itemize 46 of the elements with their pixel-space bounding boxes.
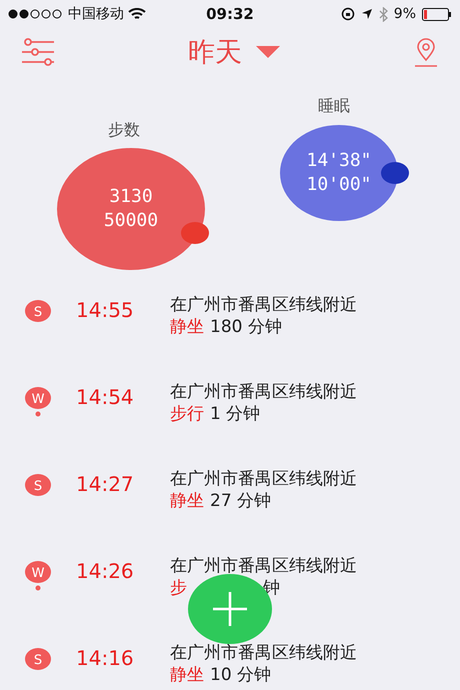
bubble-value: 10'00" xyxy=(306,173,372,197)
steps-bubble[interactable]: 3130 50000 xyxy=(57,148,205,270)
activity-type: 静坐 xyxy=(170,490,204,512)
sit-badge-icon: S xyxy=(25,300,51,322)
duration-text: 钟 xyxy=(263,577,280,599)
location-text: 在广州市番禺区纬线附近 xyxy=(170,555,357,577)
wifi-icon xyxy=(128,8,146,20)
sleep-bubble[interactable]: 14'38" 10'00" xyxy=(280,125,398,221)
duration-text: 10 分钟 xyxy=(210,664,272,686)
bluetooth-icon xyxy=(378,6,388,22)
bubble-value: 3130 xyxy=(109,185,153,209)
bubble-value: 50000 xyxy=(104,209,158,233)
activity-type: 静坐 xyxy=(170,316,204,338)
activity-type: 步行 xyxy=(170,403,204,425)
carrier-name: 中国移动 xyxy=(68,5,124,23)
activity-time: 14:26 xyxy=(76,558,135,583)
duration-text: 180 分钟 xyxy=(210,316,282,338)
date-dropdown[interactable]: 昨天 xyxy=(188,34,280,70)
filter-sliders-icon[interactable] xyxy=(22,38,54,66)
bubble-value: 14'38" xyxy=(306,149,372,173)
summary-label: 睡眠 xyxy=(318,96,350,117)
activity-time: 14:55 xyxy=(76,297,135,322)
activity-time: 14:54 xyxy=(76,384,135,409)
activity-type: 步 xyxy=(170,577,187,599)
location-text: 在广州市番禺区纬线附近 xyxy=(170,468,357,490)
caret-icon xyxy=(256,46,280,58)
location-text: 在广州市番禺区纬线附近 xyxy=(170,642,357,664)
location-text: 在广州市番禺区纬线附近 xyxy=(170,381,357,403)
battery-percent: 9% xyxy=(394,6,416,22)
plus-icon xyxy=(213,592,247,626)
clock-time: 09:32 xyxy=(206,5,254,23)
activity-time: 14:27 xyxy=(76,471,135,496)
location-text: 在广州市番禺区纬线附近 xyxy=(170,294,357,316)
bubble-handle[interactable] xyxy=(381,162,409,184)
signal-icon xyxy=(8,9,64,19)
sit-badge-icon: S xyxy=(25,648,51,670)
activity-type: 静坐 xyxy=(170,664,204,686)
activity-time: 14:16 xyxy=(76,645,135,670)
summary-label: 步数 xyxy=(108,120,140,141)
duration-text: 1 分钟 xyxy=(210,403,260,425)
rotation-lock-icon xyxy=(340,7,355,21)
duration-text: 27 分钟 xyxy=(210,490,272,512)
location-arrow-icon xyxy=(360,8,373,20)
map-pin-icon[interactable] xyxy=(414,37,438,67)
battery-icon xyxy=(422,8,452,20)
sit-badge-icon: S xyxy=(25,474,51,496)
